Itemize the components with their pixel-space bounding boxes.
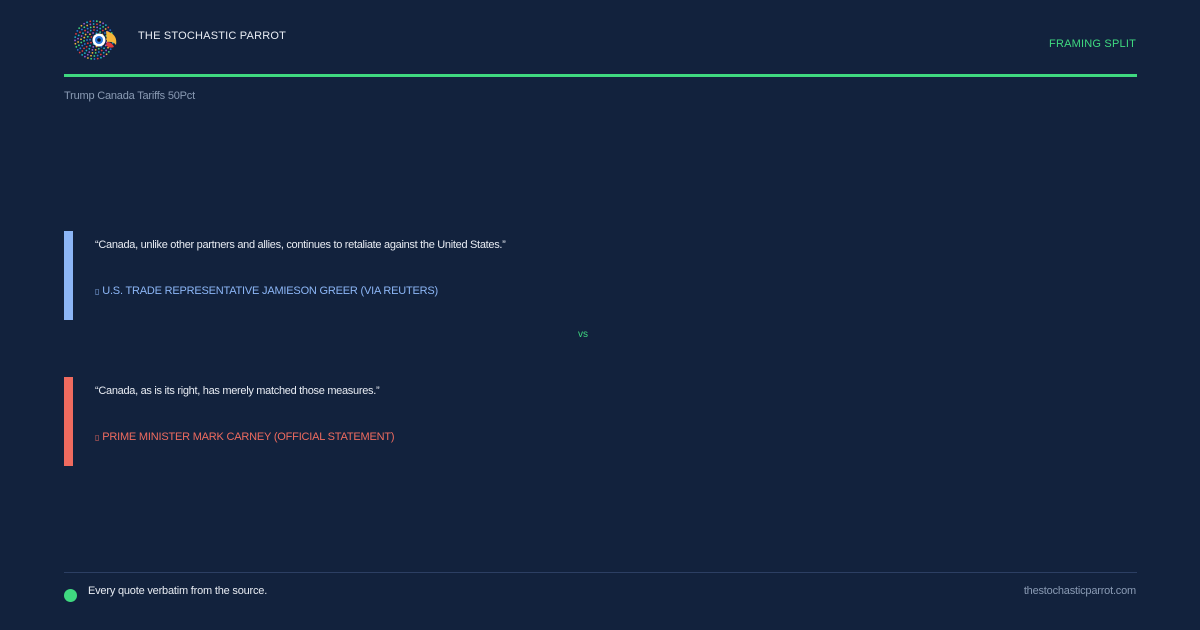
footer-note: Every quote verbatim from the source.: [88, 585, 268, 597]
site-url-link[interactable]: thestochasticparrot.com: [1024, 585, 1136, 597]
quote-accent-bar: [64, 231, 73, 320]
quote-card-carney: “Canada, as is its right, has merely mat…: [64, 377, 1064, 466]
brand-name: THE STOCHASTIC PARROT: [138, 30, 287, 42]
quote-text: “Canada, unlike other partners and allie…: [95, 239, 506, 251]
quote-accent-bar: [64, 377, 73, 466]
attribution-text: PRIME MINISTER MARK CARNEY (OFFICIAL STA…: [102, 431, 395, 443]
attribution-mark-icon: ▯: [95, 287, 100, 296]
parrot-logo-icon: [70, 17, 118, 63]
story-subject: Trump Canada Tariffs 50Pct: [64, 90, 195, 102]
quote-attribution: ▯ PRIME MINISTER MARK CARNEY (OFFICIAL ST…: [95, 431, 395, 443]
versus-label: vs: [578, 329, 588, 340]
framing-tag: FRAMING SPLIT: [1049, 38, 1136, 50]
quote-attribution: ▯ U.S. TRADE REPRESENTATIVE JAMIESON GREE…: [95, 285, 438, 297]
quote-text: “Canada, as is its right, has merely mat…: [95, 385, 380, 397]
attribution-mark-icon: ▯: [95, 433, 100, 442]
quote-card-greer: “Canada, unlike other partners and allie…: [64, 231, 1064, 320]
header-divider: [64, 74, 1137, 77]
footer-divider: [64, 572, 1137, 573]
status-dot-icon: [64, 589, 77, 602]
attribution-text: U.S. TRADE REPRESENTATIVE JAMIESON GREER…: [102, 285, 438, 297]
